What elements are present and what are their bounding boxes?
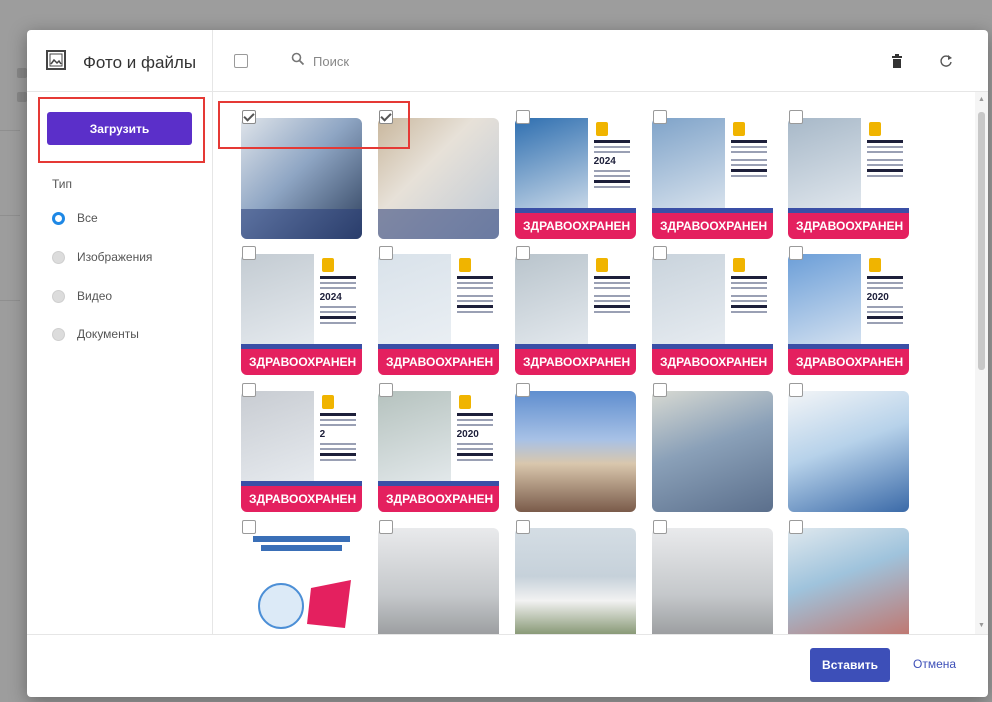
media-tile[interactable]: [515, 391, 636, 512]
tile-band-text: ЗДРАВООХРАНЕН: [652, 213, 773, 239]
bg-dot: [17, 68, 27, 78]
emblem-icon: [732, 258, 745, 272]
tile-band-text: ЗДРАВООХРАНЕН: [378, 486, 499, 512]
tile-overlay: [241, 209, 362, 239]
tile-checkbox[interactable]: [653, 246, 667, 260]
tile-band-text: ЗДРАВООХРАНЕН: [652, 349, 773, 375]
scrollbar-thumb[interactable]: [978, 112, 985, 370]
media-tile[interactable]: ЗДРАВООХРАНЕН: [515, 254, 636, 375]
media-tile[interactable]: 2020 ЗДРАВООХРАНЕН: [378, 391, 499, 512]
scroll-up-icon[interactable]: ▲: [978, 96, 985, 103]
tile-band-text: ЗДРАВООХРАНЕН: [788, 349, 909, 375]
filter-all[interactable]: Все: [52, 211, 98, 225]
media-tile[interactable]: [378, 528, 499, 634]
tile-checkbox[interactable]: [789, 110, 803, 124]
upload-button[interactable]: Загрузить: [47, 112, 192, 145]
tile-checkbox[interactable]: [242, 383, 256, 397]
tile-checkbox[interactable]: [789, 383, 803, 397]
tile-big-number: 2024: [593, 156, 616, 167]
selection-highlight-frame: [218, 101, 410, 149]
refresh-icon[interactable]: [939, 54, 953, 73]
emblem-icon: [595, 122, 608, 136]
tile-checkbox[interactable]: [653, 383, 667, 397]
tile-checkbox[interactable]: [516, 520, 530, 534]
tile-checkbox[interactable]: [379, 383, 393, 397]
tile-checkbox[interactable]: [379, 520, 393, 534]
emblem-icon: [868, 258, 881, 272]
tile-checkbox[interactable]: [516, 246, 530, 260]
filter-documents[interactable]: Документы: [52, 327, 139, 341]
tile-big-number: 2: [319, 429, 326, 440]
media-grid: 2024 ЗДРАВООХРАНЕН ЗДРАВООХРАНЕН ЗДРАВООХРА…: [221, 100, 975, 634]
emblem-icon: [321, 395, 334, 409]
filter-images[interactable]: Изображения: [52, 250, 152, 264]
trash-icon[interactable]: [891, 54, 903, 73]
filter-label: Видео: [77, 289, 113, 303]
media-tile[interactable]: ЗДРАВООХРАНЕН: [652, 118, 773, 239]
search-input[interactable]: [313, 54, 613, 69]
media-tile[interactable]: [515, 528, 636, 634]
emblem-icon: [595, 258, 608, 272]
media-tile[interactable]: ЗДРАВООХРАНЕН: [788, 118, 909, 239]
dialog-footer: Вставить Отмена: [27, 634, 988, 697]
tile-overlay: [378, 209, 499, 239]
radio-documents[interactable]: [52, 327, 65, 341]
media-tile[interactable]: 2020 ЗДРАВООХРАНЕН: [788, 254, 909, 375]
cancel-button[interactable]: Отмена: [913, 657, 956, 671]
tile-checkbox[interactable]: [242, 520, 256, 534]
emblem-icon: [732, 122, 745, 136]
filter-label: Все: [77, 211, 98, 225]
tile-big-number: 2020: [456, 429, 479, 440]
media-tile[interactable]: [652, 528, 773, 634]
bg-divider: [0, 130, 20, 131]
filter-label: Документы: [77, 327, 139, 341]
media-tile[interactable]: [788, 391, 909, 512]
emblem-icon: [321, 258, 334, 272]
emblem-icon: [458, 258, 471, 272]
radio-all[interactable]: [52, 211, 65, 225]
media-tile[interactable]: 2024 ЗДРАВООХРАНЕН: [515, 118, 636, 239]
radio-video[interactable]: [52, 289, 65, 303]
tile-checkbox[interactable]: [653, 520, 667, 534]
bg-divider: [0, 300, 20, 301]
tile-band-text: ЗДРАВООХРАНЕН: [241, 486, 362, 512]
tile-checkbox[interactable]: [653, 110, 667, 124]
filter-video[interactable]: Видео: [52, 289, 112, 303]
tile-illustration: [253, 536, 351, 629]
insert-button[interactable]: Вставить: [810, 648, 890, 682]
select-all-checkbox[interactable]: [234, 54, 248, 68]
tile-band-text: ЗДРАВООХРАНЕН: [515, 213, 636, 239]
media-tile[interactable]: [241, 528, 362, 634]
scroll-down-icon[interactable]: ▼: [978, 622, 985, 629]
filter-label: Изображения: [77, 250, 153, 264]
search-icon: [291, 52, 305, 71]
tile-big-number: 2024: [319, 292, 342, 303]
tile-checkbox[interactable]: [242, 246, 256, 260]
tile-checkbox[interactable]: [516, 110, 530, 124]
radio-images[interactable]: [52, 250, 65, 264]
tile-band-text: ЗДРАВООХРАНЕН: [788, 213, 909, 239]
media-tile[interactable]: ЗДРАВООХРАНЕН: [378, 254, 499, 375]
tile-checkbox[interactable]: [789, 246, 803, 260]
tile-band-text: ЗДРАВООХРАНЕН: [378, 349, 499, 375]
emblem-icon: [868, 122, 881, 136]
tile-checkbox[interactable]: [789, 520, 803, 534]
tile-checkbox[interactable]: [379, 246, 393, 260]
media-tile[interactable]: 2 ЗДРАВООХРАНЕН: [241, 391, 362, 512]
bg-divider: [0, 215, 20, 216]
filter-title: Тип: [52, 177, 73, 191]
media-tile[interactable]: ЗДРАВООХРАНЕН: [652, 254, 773, 375]
emblem-icon: [458, 395, 471, 409]
search: [291, 52, 613, 71]
sidebar: Загрузить Тип Все Изображения Видео Доку…: [27, 30, 213, 634]
tile-big-number: 2020: [866, 292, 889, 303]
tile-band-text: ЗДРАВООХРАНЕН: [515, 349, 636, 375]
tile-checkbox[interactable]: [516, 383, 530, 397]
tile-band-text: ЗДРАВООХРАНЕН: [241, 349, 362, 375]
media-tile[interactable]: [652, 391, 773, 512]
bg-dot: [17, 92, 27, 102]
media-tile[interactable]: [788, 528, 909, 634]
media-tile[interactable]: 2024 ЗДРАВООХРАНЕН: [241, 254, 362, 375]
media-dialog: Фото и файлы Загрузить Тип Все Изображен…: [27, 30, 988, 697]
